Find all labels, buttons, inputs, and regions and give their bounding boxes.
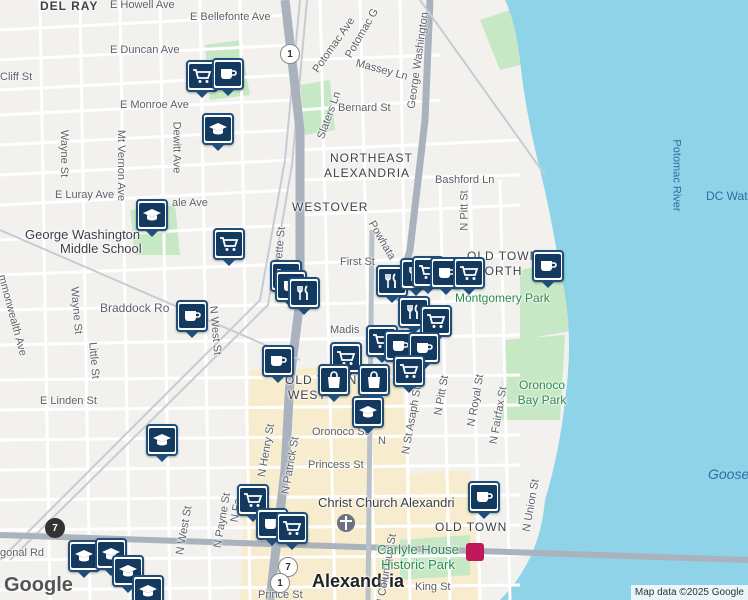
shopping-cart-marker[interactable] <box>393 355 425 393</box>
graduation-cap-marker[interactable] <box>146 424 178 462</box>
shopping-cart-icon <box>423 309 449 333</box>
fork-knife-icon <box>291 281 317 305</box>
google-logo: Google <box>4 574 73 596</box>
shopping-cart-icon <box>396 359 422 383</box>
map-attribution[interactable]: Map data ©2025 Google <box>630 585 748 600</box>
map-base-layer <box>0 0 748 600</box>
shopping-bag-marker[interactable] <box>318 364 350 402</box>
coffee-cup-icon <box>265 349 291 373</box>
shopping-cart-icon <box>279 516 305 540</box>
graduation-cap-icon <box>139 203 165 227</box>
coffee-cup-icon <box>535 254 561 278</box>
graduation-cap-icon <box>135 579 161 600</box>
coffee-cup-icon <box>471 485 497 509</box>
us-route-1-shield: 1 <box>270 573 290 593</box>
shopping-cart-marker[interactable] <box>453 257 485 295</box>
shopping-cart-marker[interactable] <box>213 228 245 266</box>
graduation-cap-icon <box>71 544 97 568</box>
shopping-bag-icon <box>321 368 347 392</box>
shopping-bag-marker[interactable] <box>358 364 390 402</box>
coffee-cup-marker[interactable] <box>212 58 244 96</box>
va-route-7-shield: 7 <box>45 518 65 538</box>
graduation-cap-icon <box>149 428 175 452</box>
downtown-area-2 <box>300 470 480 600</box>
coffee-cup-icon <box>215 62 241 86</box>
us-route-1-shield: 1 <box>280 44 300 64</box>
graduation-cap-marker[interactable] <box>352 396 384 434</box>
shopping-bag-icon <box>361 368 387 392</box>
oronoco-bay-park-area <box>500 335 565 420</box>
coffee-cup-icon <box>179 304 205 328</box>
coffee-cup-marker[interactable] <box>468 481 500 519</box>
shopping-cart-marker[interactable] <box>276 512 308 550</box>
fork-knife-marker[interactable] <box>288 277 320 315</box>
graduation-cap-marker[interactable] <box>136 199 168 237</box>
map-canvas[interactable]: DEL RAY NORTHEAST ALEXANDRIA WESTOVER OL… <box>0 0 748 600</box>
graduation-cap-marker[interactable] <box>202 113 234 151</box>
coffee-cup-marker[interactable] <box>262 345 294 383</box>
shopping-cart-icon <box>216 232 242 256</box>
graduation-cap-icon <box>205 117 231 141</box>
graduation-cap-marker[interactable] <box>132 575 164 600</box>
coffee-cup-marker[interactable] <box>532 250 564 288</box>
shopping-cart-icon <box>456 261 482 285</box>
coffee-cup-marker[interactable] <box>176 300 208 338</box>
graduation-cap-icon <box>355 400 381 424</box>
